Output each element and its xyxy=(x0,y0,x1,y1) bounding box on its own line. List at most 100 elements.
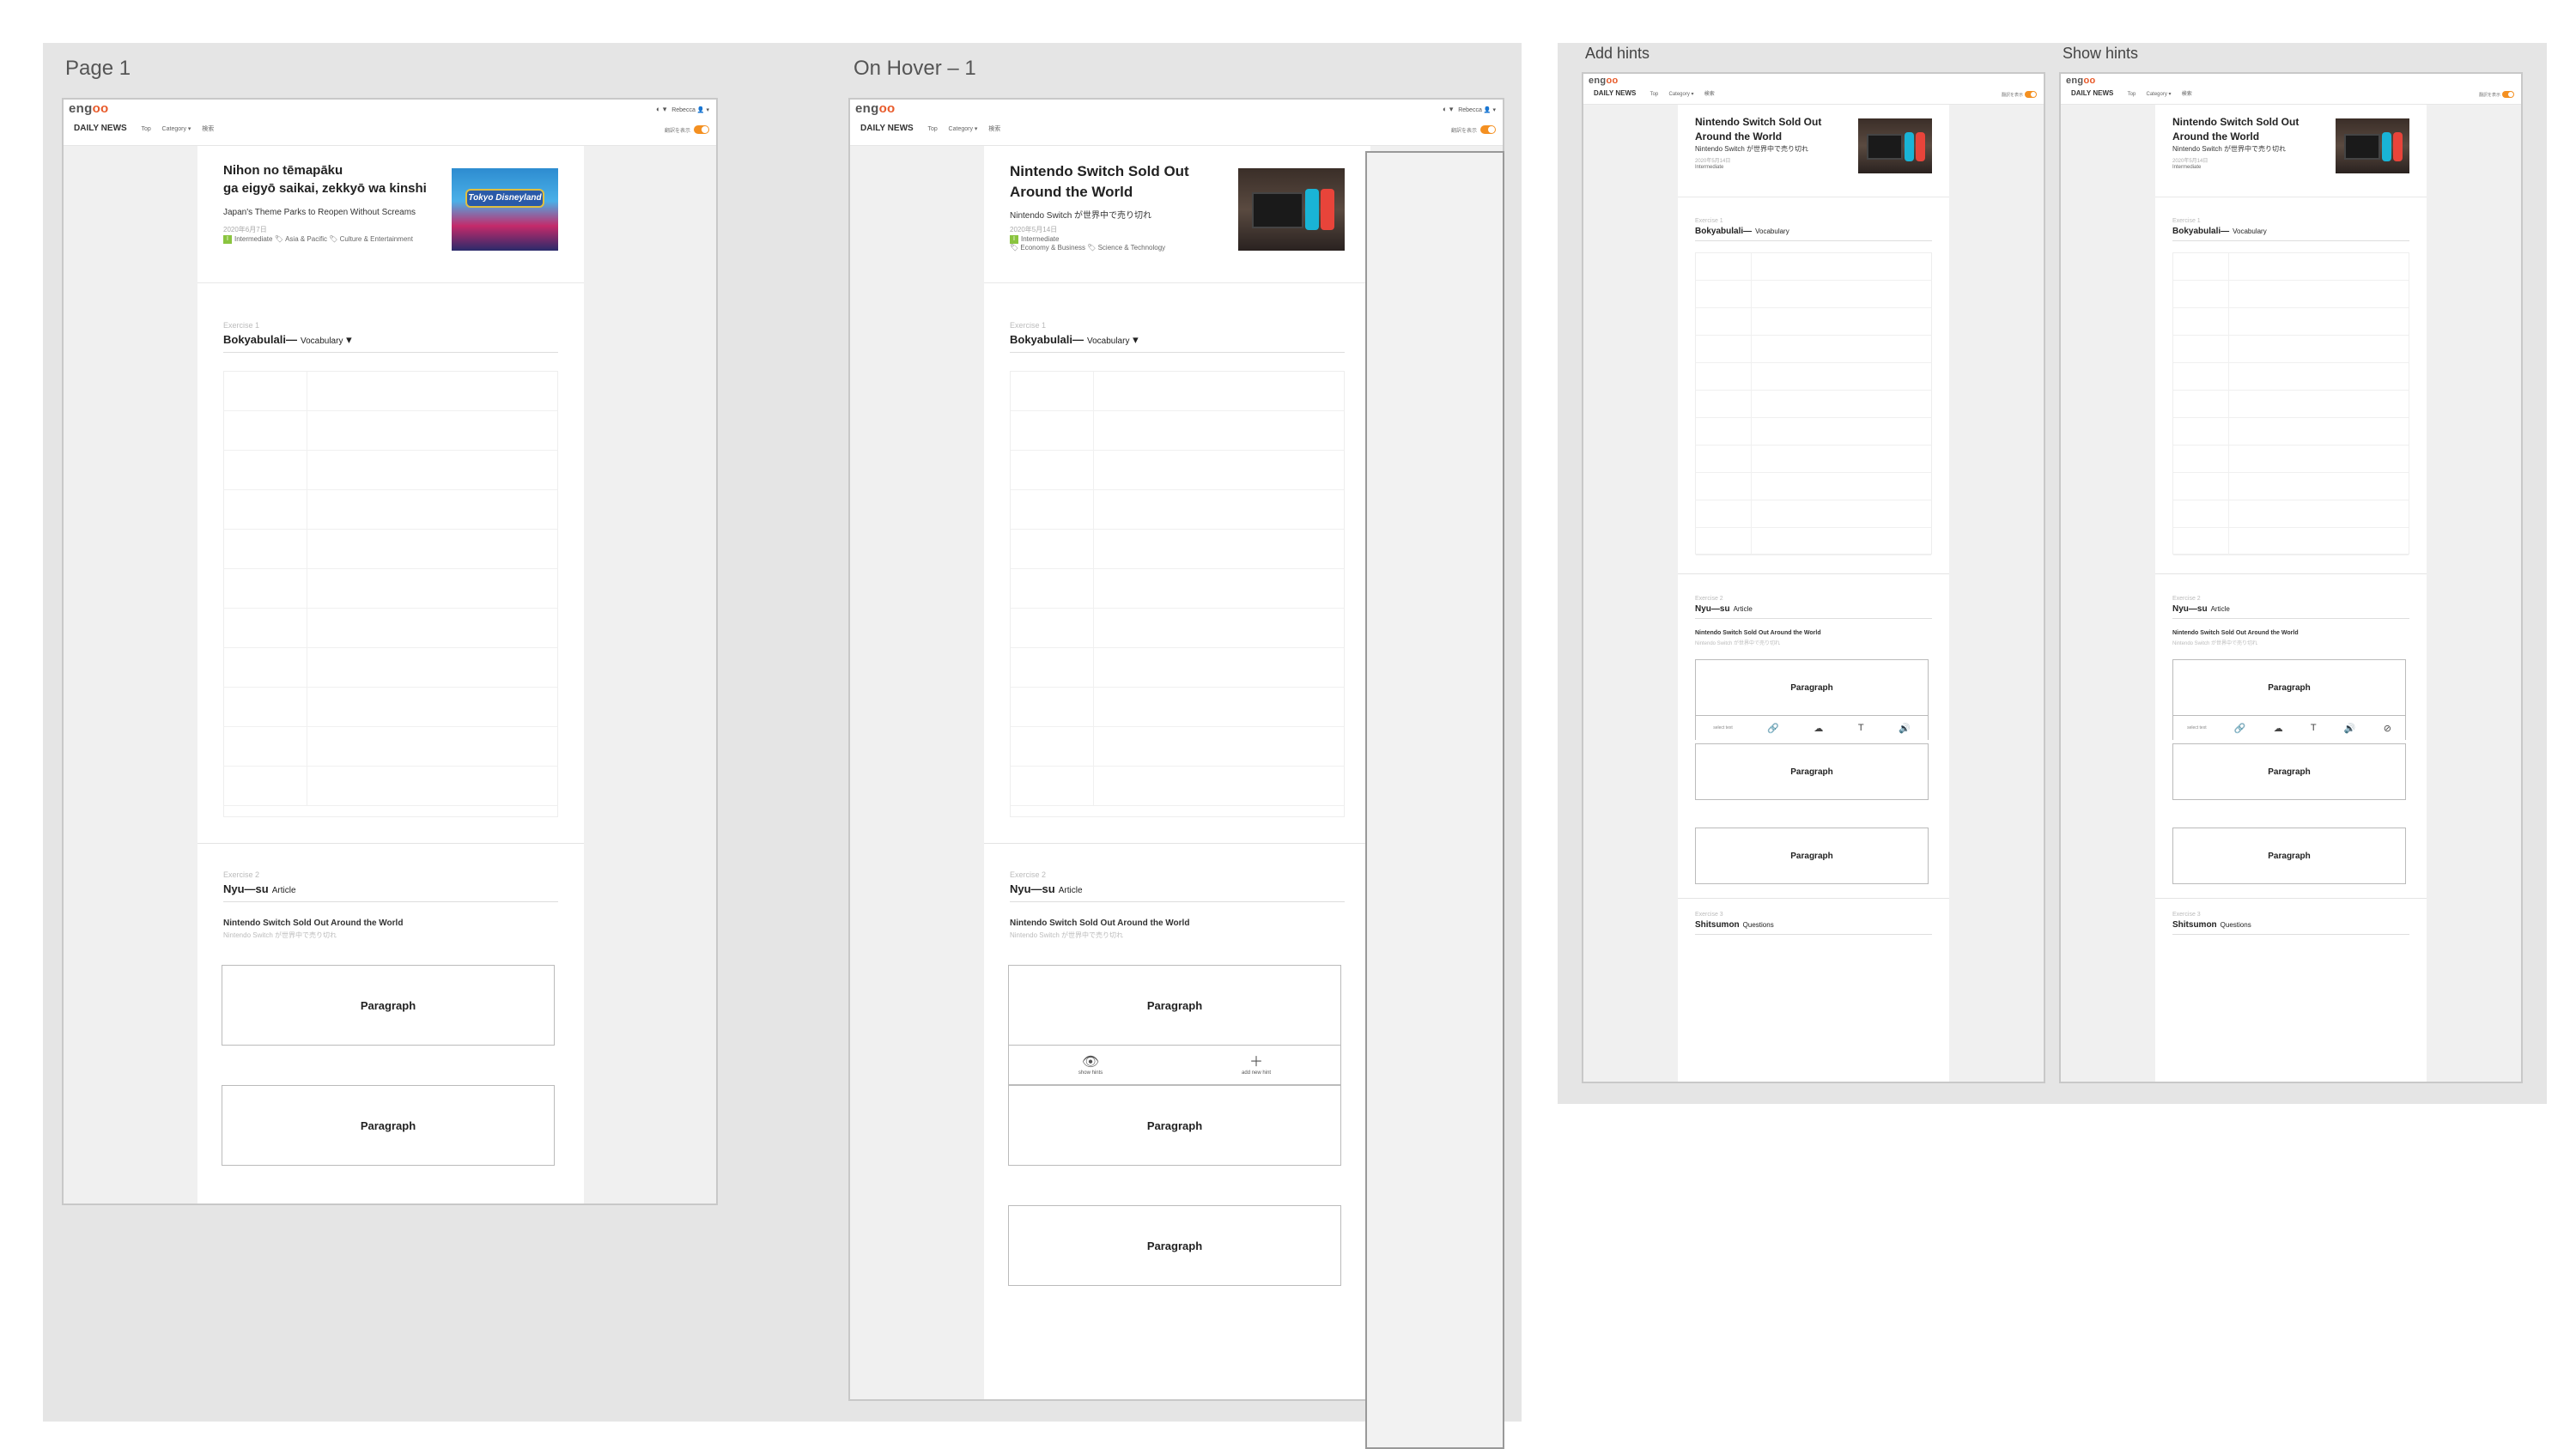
exercise-2-label: Exercise 2 xyxy=(2172,596,2201,602)
globe-icon[interactable]: ◐ ▾ xyxy=(1443,105,1453,113)
toolbar-label: select text xyxy=(1713,725,1733,731)
hero-tags: I Intermediate 🏷 Economy & Business 🏷 Scie… xyxy=(1010,235,1166,252)
hero-tags: Intermediate xyxy=(1695,165,1724,170)
add-new-hint-button[interactable]: ＋ add new hint xyxy=(1242,1055,1271,1076)
vocab-grid xyxy=(2172,252,2409,555)
translation-toggle[interactable] xyxy=(694,125,709,134)
paragraph-block[interactable]: Paragraph xyxy=(2172,743,2406,800)
exercise-1-title: Bokyabulali— Vocabulary ▾ xyxy=(1010,333,1139,346)
nav-row: DAILY NEWS Top Category ▾ 検索 xyxy=(74,124,222,133)
frame-show-hints[interactable]: engoo DAILY NEWS Top Category ▾ 検索 翻訳を表示… xyxy=(2059,72,2523,1083)
paragraph-block[interactable]: Paragraph xyxy=(1008,1205,1341,1286)
exercise-1-title: Bokyabulali— Vocabulary xyxy=(2172,227,2267,236)
cloud-icon[interactable]: ☁ xyxy=(1814,723,1823,734)
nav-search[interactable]: 検索 xyxy=(988,126,1000,132)
nav-top[interactable]: Top xyxy=(927,126,937,132)
divider xyxy=(1695,934,1932,935)
logo[interactable]: engoo xyxy=(2066,76,2096,86)
exercise-2-title: Nyu—su Article xyxy=(1010,882,1083,895)
hide-hints-icon[interactable]: ⊘ xyxy=(2384,723,2391,734)
hero-subtitle: Nintendo Switch が世界中で売り切れ xyxy=(1010,211,1152,221)
translation-toggle-label: 翻訳を表示 xyxy=(664,129,690,134)
translation-toggle[interactable] xyxy=(2502,91,2514,98)
cloud-icon[interactable]: ☁ xyxy=(2274,723,2283,734)
paragraph-block[interactable]: Paragraph xyxy=(1695,743,1929,800)
exercise-1-label: Exercise 1 xyxy=(1695,218,1723,224)
brand-daily-news[interactable]: DAILY NEWS xyxy=(1594,89,1636,97)
nav-category[interactable]: Category ▾ xyxy=(2147,92,2172,97)
nav-search[interactable]: 検索 xyxy=(202,126,214,132)
speaker-icon[interactable]: 🔊 xyxy=(2344,723,2356,734)
frame-page1[interactable]: engoo ◐ ▾ Rebecca 👤 ▾ DAILY NEWS Top Cat… xyxy=(62,98,718,1205)
joycon-red xyxy=(1916,132,1925,161)
hero-tags: I Intermediate 🏷 Asia & Pacific 🏷 Culture… xyxy=(223,235,413,244)
exercise-1-label: Exercise 1 xyxy=(223,321,260,330)
paragraph-block[interactable]: Paragraph xyxy=(1008,1085,1341,1166)
app-header: engoo DAILY NEWS Top Category ▾ 検索 翻訳を表示 xyxy=(2061,74,2521,105)
nav-top[interactable]: Top xyxy=(1650,92,1659,97)
nav-top[interactable]: Top xyxy=(141,126,150,132)
hero-card[interactable]: Nintendo Switch Sold Out Around the Worl… xyxy=(984,146,1370,283)
user-name[interactable]: Rebecca xyxy=(671,107,696,113)
translation-toggle[interactable] xyxy=(2025,91,2037,98)
nav-category[interactable]: Category ▾ xyxy=(1669,92,1694,97)
brand-daily-news[interactable]: DAILY NEWS xyxy=(74,124,127,133)
frame-label-show-hints: Show hints xyxy=(2063,45,2139,62)
paragraph-block[interactable]: Paragraph xyxy=(2172,828,2406,884)
hero-title: Nihon no tēmapāku ga eigyō saikai, zekky… xyxy=(223,163,427,196)
exercise-1-title: Bokyabulali— Vocabulary xyxy=(1695,227,1789,236)
speaker-icon[interactable]: 🔊 xyxy=(1899,723,1911,734)
logo[interactable]: engoo xyxy=(69,101,109,116)
link-icon[interactable]: 🔗 xyxy=(1767,723,1779,734)
image-sign: Tokyo Disneyland xyxy=(465,189,544,208)
paragraph-block[interactable]: Paragraph xyxy=(2172,659,2406,716)
section-divider xyxy=(2155,573,2427,574)
hero-date: 2020年5月14日 xyxy=(1010,226,1058,233)
brand-daily-news[interactable]: DAILY NEWS xyxy=(2071,89,2113,97)
text-icon[interactable]: T xyxy=(2311,723,2317,733)
article-title: Nintendo Switch Sold Out Around the Worl… xyxy=(2172,630,2299,636)
paragraph-block[interactable]: Paragraph xyxy=(1008,965,1341,1046)
paragraph-block[interactable]: Paragraph xyxy=(1695,828,1929,884)
logo[interactable]: engoo xyxy=(855,101,896,116)
translation-toggle[interactable] xyxy=(1480,125,1496,134)
brand-daily-news[interactable]: DAILY NEWS xyxy=(860,124,914,133)
nav-top[interactable]: Top xyxy=(2128,92,2136,97)
header-right: ◐ ▾ Rebecca 👤 ▾ xyxy=(1443,105,1496,114)
user-name[interactable]: Rebecca xyxy=(1458,107,1482,113)
paragraph-block[interactable]: Paragraph xyxy=(222,1085,555,1166)
hero-card[interactable]: Nintendo Switch Sold Out Around the Worl… xyxy=(2155,105,2427,197)
logo[interactable]: engoo xyxy=(1589,76,1619,86)
globe-icon[interactable]: ◐ ▾ xyxy=(656,105,666,113)
exercise-2-label: Exercise 2 xyxy=(223,870,260,879)
exercise-1-title: Bokyabulali— Vocabulary ▾ xyxy=(223,333,352,346)
nav-search[interactable]: 検索 xyxy=(1704,92,1715,97)
level-badge: I xyxy=(223,235,232,244)
hero-subtitle: Nintendo Switch が世界中で売り切れ xyxy=(2172,145,2287,153)
content-column: Nintendo Switch Sold Out Around the Worl… xyxy=(2155,105,2427,1082)
text-icon[interactable]: T xyxy=(1858,723,1864,733)
exercise-2-title: Nyu—su Article xyxy=(1695,604,1753,614)
nav-search[interactable]: 検索 xyxy=(2182,92,2192,97)
frame-label-hover: On Hover – 1 xyxy=(854,57,976,80)
paragraph-block[interactable]: Paragraph xyxy=(222,965,555,1046)
translation-toggle-label: 翻訳を表示 xyxy=(2001,93,2023,98)
frame-add-hints[interactable]: engoo DAILY NEWS Top Category ▾ 検索 翻訳を表示… xyxy=(1582,72,2045,1083)
vocab-grid xyxy=(223,371,558,817)
show-hints-button[interactable]: 👁 show hints xyxy=(1078,1055,1103,1076)
hero-card[interactable]: Nintendo Switch Sold Out Around the Worl… xyxy=(1678,105,1949,197)
vocab-grid xyxy=(1010,371,1345,817)
divider xyxy=(223,901,558,902)
nav-row: DAILY NEWS Top Category ▾ 検索 xyxy=(1594,89,1723,97)
app-header: engoo ◐ ▾ Rebecca 👤 ▾ DAILY NEWS Top Cat… xyxy=(850,100,1503,146)
hero-card[interactable]: Nihon no tēmapāku ga eigyō saikai, zekky… xyxy=(197,146,584,283)
paragraph-block[interactable]: Paragraph xyxy=(1695,659,1929,716)
exercise-3-title: Shitsumon Questions xyxy=(1695,920,1774,930)
hero-title: Nintendo Switch Sold Out Around the Worl… xyxy=(1010,163,1189,200)
nav-category[interactable]: Category ▾ xyxy=(162,126,191,132)
nav-category[interactable]: Category ▾ xyxy=(949,126,978,132)
user-icon[interactable]: 👤 ▾ xyxy=(1484,107,1496,113)
link-icon[interactable]: 🔗 xyxy=(2234,723,2246,734)
section-divider xyxy=(197,843,584,844)
user-icon[interactable]: 👤 ▾ xyxy=(697,107,709,113)
